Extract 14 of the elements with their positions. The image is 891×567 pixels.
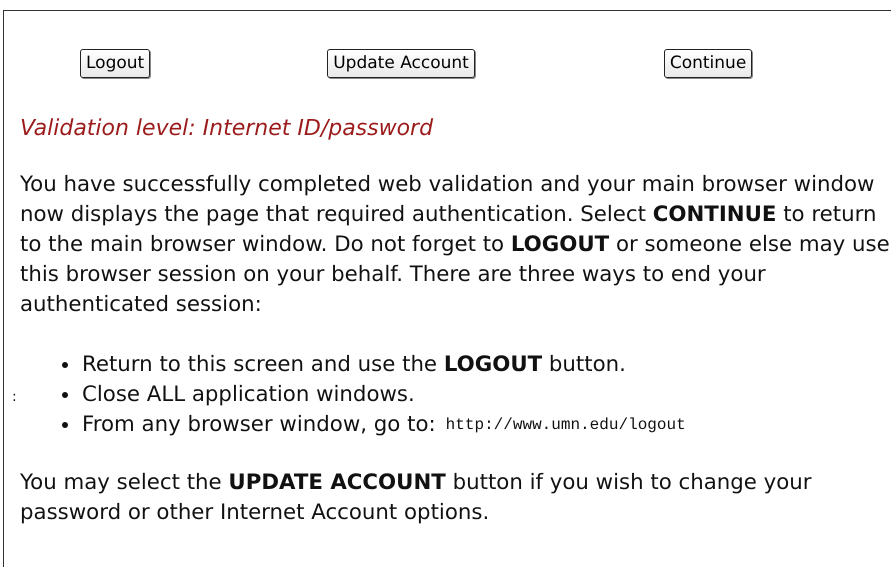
page-button[interactable]: Update Account: [327, 49, 475, 78]
url-text: http://www.umn.edu/logout: [446, 415, 686, 436]
intro-paragraph: You have successfully completed web validation and your main browser window now displays the page that required authentication. Select CONTINUE to return to the main browser window. Do not forget to LOGOUT or someone else may use this browser session on your behalf. There are three ways to end your authenticated session:: [20, 171, 890, 319]
list-item-text: Return to this screen and use the LOGOUT button.: [82, 351, 626, 379]
list-item-text: From any browser window, go to:: [82, 411, 436, 439]
bullet-icon: [62, 362, 68, 368]
list-item-text: Close ALL application windows.: [82, 381, 415, 409]
closing-paragraph: You may select the UPDATE ACCOUNT button if you wish to change your password or other Internet Account options.: [20, 469, 813, 527]
bullet-icon: [62, 422, 68, 428]
page-button[interactable]: Logout: [80, 49, 150, 78]
validation-level-text: Validation level: Internet ID/password: [20, 115, 434, 143]
bullet-icon: [62, 392, 68, 398]
stray-mark: :: [12, 388, 17, 407]
page-button[interactable]: Continue: [664, 49, 752, 78]
